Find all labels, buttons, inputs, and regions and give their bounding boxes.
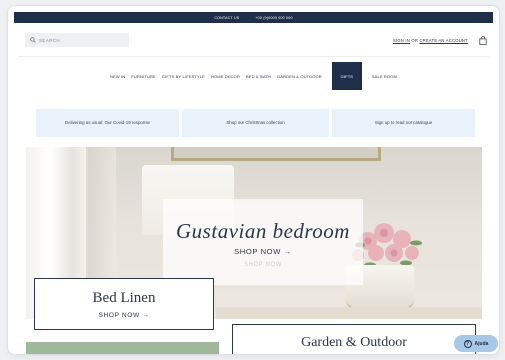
nav-gifts-by-lifestyle[interactable]: GIFTS BY LIFESTYLE <box>162 74 205 79</box>
create-account-link[interactable]: CREATE AN ACCOUNT <box>419 38 467 43</box>
help-button[interactable]: ? Ajuda <box>454 335 498 352</box>
search-icon <box>30 37 36 43</box>
nav-gifts[interactable]: GIFTS <box>331 62 362 90</box>
promo-christmas[interactable]: Shop our Christmas collection <box>182 109 329 137</box>
green-banner-image <box>26 342 219 354</box>
nav-home-decor[interactable]: HOME DECOR <box>211 74 240 79</box>
nav-bed-bath[interactable]: BED & BATH <box>246 74 271 79</box>
hero-table-image <box>216 307 482 319</box>
hero-card[interactable]: Gustavian bedroom SHOP NOW → SHOP NOW <box>163 199 363 285</box>
help-icon: ? <box>463 339 472 348</box>
promo-catalogue[interactable]: Sign up to read our catalogue <box>332 109 475 137</box>
hero-shop-now-link[interactable]: SHOP NOW → <box>234 247 292 256</box>
contact-link[interactable]: CONTACT US <box>214 16 239 20</box>
or-text: OR <box>411 38 419 43</box>
nav-garden-outdoor[interactable]: GARDEN & OUTDOOR <box>277 74 322 79</box>
garden-outdoor-card[interactable]: Garden & Outdoor <box>232 324 476 354</box>
bed-linen-card[interactable]: Bed Linen SHOP NOW → <box>34 278 214 330</box>
top-bar: CONTACT US +00 (0)0000 000 000 <box>14 12 493 23</box>
search-input[interactable]: SEARCH <box>25 33 129 47</box>
help-label: Ajuda <box>474 340 489 347</box>
nav-new-in[interactable]: NEW IN <box>110 74 125 79</box>
hero-ghost-text: SHOP NOW <box>243 262 283 268</box>
hero-mirror-image <box>171 147 381 161</box>
search-placeholder: SEARCH <box>39 37 60 43</box>
garden-outdoor-title: Garden & Outdoor <box>301 335 407 350</box>
nav-furniture[interactable]: FURNITURE <box>131 74 155 79</box>
promo-covid[interactable]: Delivering as usual: Our Covid-19 respon… <box>36 109 179 137</box>
nav-sale-room[interactable]: SALE ROOM <box>372 74 397 79</box>
shopping-bag-icon[interactable] <box>479 36 487 45</box>
account-links: SIGN IN OR CREATE AN ACCOUNT <box>393 38 468 43</box>
bed-linen-shop-now-link[interactable]: SHOP NOW → <box>99 312 150 319</box>
header-divider <box>18 56 489 57</box>
phone-number[interactable]: +00 (0)0000 000 000 <box>255 16 292 20</box>
sign-in-link[interactable]: SIGN IN <box>393 38 410 43</box>
hero-title: Gustavian bedroom <box>176 219 350 243</box>
bed-linen-title: Bed Linen <box>92 289 156 306</box>
main-navigation: NEW IN FURNITURE GIFTS BY LIFESTYLE HOME… <box>8 62 499 90</box>
browser-page: CONTACT US +00 (0)0000 000 000 SEARCH SI… <box>8 6 499 354</box>
